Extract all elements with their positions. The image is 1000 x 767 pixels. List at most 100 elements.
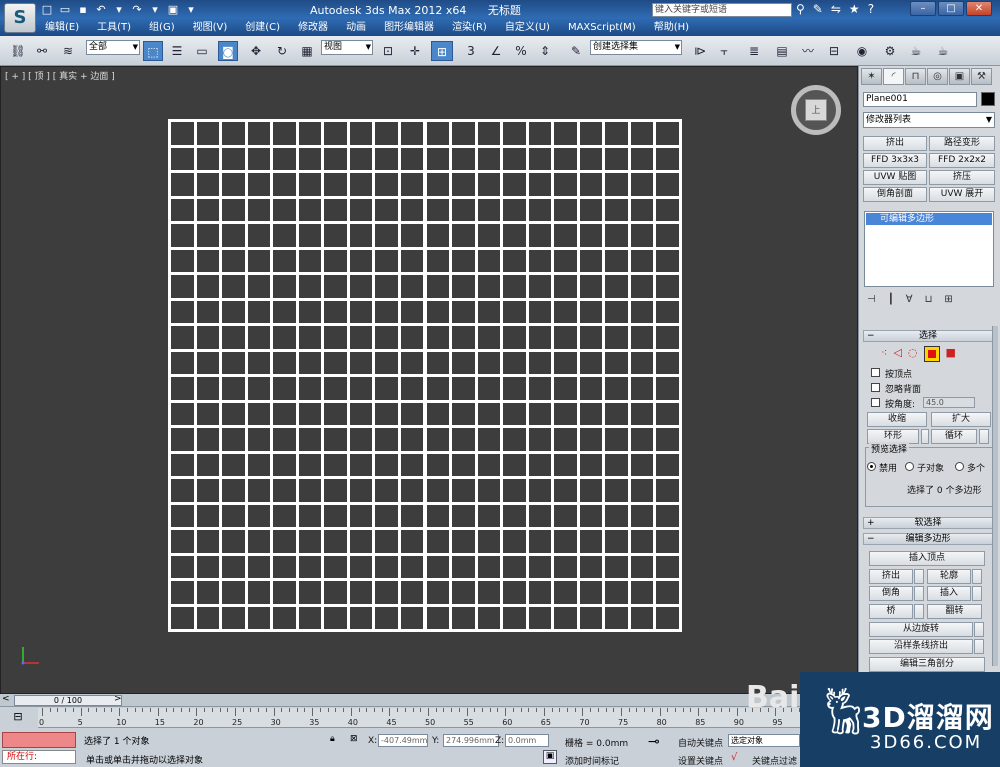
help-icon[interactable]: ? (868, 2, 874, 16)
polygon-face[interactable] (605, 402, 628, 425)
polygon-face[interactable] (222, 555, 245, 578)
time-slider[interactable]: 0 / 100 (14, 695, 122, 706)
polygon-face[interactable] (196, 581, 220, 604)
polygon-face[interactable] (349, 224, 373, 247)
polygon-face[interactable] (349, 428, 373, 451)
polygon-face[interactable] (477, 275, 501, 298)
polygon-face[interactable] (324, 326, 347, 349)
polygon-face[interactable] (375, 453, 398, 476)
polygon-face[interactable] (298, 402, 322, 425)
polygon-face[interactable] (171, 300, 194, 323)
by-vertex-checkbox[interactable] (871, 368, 880, 377)
polygon-face[interactable] (452, 479, 475, 502)
polygon-face[interactable] (503, 224, 526, 247)
modifier-list-dropdown[interactable]: 修改器列表 (863, 112, 995, 128)
modifier-button-extrude[interactable]: 挤出 (863, 136, 927, 151)
polygon-face[interactable] (349, 122, 373, 145)
polygon-face[interactable] (375, 122, 398, 145)
preview-subobject-radio[interactable] (905, 462, 914, 471)
polygon-face[interactable] (656, 351, 679, 374)
polygon-face[interactable] (656, 224, 679, 247)
polygon-face[interactable] (426, 224, 450, 247)
polygon-face[interactable] (298, 249, 322, 272)
polygon-face[interactable] (503, 198, 526, 221)
extrude-settings-button[interactable] (914, 569, 924, 584)
polygon-face[interactable] (554, 428, 577, 451)
modifier-button-squeeze[interactable]: 挤压 (929, 170, 995, 185)
polygon-face[interactable] (630, 122, 654, 145)
close-button[interactable]: ✕ (966, 1, 992, 16)
polygon-face[interactable] (528, 428, 552, 451)
polygon-face[interactable] (528, 224, 552, 247)
graphite-toolbar-icon[interactable]: ▤ (772, 41, 792, 61)
mirror-icon[interactable]: ⧐ (690, 41, 710, 61)
polygon-face[interactable] (273, 377, 296, 400)
polygon-face[interactable] (222, 147, 245, 170)
polygon-face[interactable] (400, 377, 424, 400)
mini-curve-editor-icon[interactable]: ⊟ (4, 710, 32, 726)
polygon-face[interactable] (375, 479, 398, 502)
polygon-face[interactable] (196, 402, 220, 425)
polygon-face[interactable] (605, 453, 628, 476)
polygon-face[interactable] (222, 122, 245, 145)
polygon-face[interactable] (656, 122, 679, 145)
polygon-face[interactable] (324, 555, 347, 578)
polygon-face[interactable] (503, 147, 526, 170)
save-icon[interactable]: ▪ (76, 3, 90, 16)
polygon-face[interactable] (298, 275, 322, 298)
polygon-face[interactable] (630, 300, 654, 323)
polygon-face[interactable] (528, 249, 552, 272)
polygon-face[interactable] (298, 453, 322, 476)
polygon-face[interactable] (452, 326, 475, 349)
polygon-face[interactable] (554, 555, 577, 578)
angle-snap-icon[interactable]: ∠ (486, 41, 506, 61)
polygon-face[interactable] (196, 275, 220, 298)
polygon-face[interactable] (324, 377, 347, 400)
polygon-face[interactable] (503, 275, 526, 298)
polygon-face[interactable] (605, 122, 628, 145)
polygon-face[interactable] (375, 606, 398, 629)
polygon-face[interactable] (247, 351, 271, 374)
time-tag-icon[interactable]: ▣ (543, 750, 557, 764)
outline-button[interactable]: 轮廓 (927, 569, 971, 584)
polygon-face[interactable] (554, 504, 577, 527)
polygon-face[interactable] (273, 173, 296, 196)
polygon-face[interactable] (528, 351, 552, 374)
key-filters-button[interactable]: 关键点过滤 (752, 754, 797, 767)
polygon-face[interactable] (477, 326, 501, 349)
open-file-icon[interactable]: ▭ (58, 3, 72, 16)
polygon-face[interactable] (630, 606, 654, 629)
polygon-face[interactable] (503, 402, 526, 425)
command-panel-scrollbar[interactable] (992, 326, 998, 666)
polygon-face[interactable] (349, 377, 373, 400)
polygon-face[interactable] (247, 224, 271, 247)
polygon-face[interactable] (222, 377, 245, 400)
project-folder-icon[interactable]: ▣ (166, 3, 180, 16)
rectangle-selection-icon[interactable]: ▭ (192, 41, 212, 61)
polygon-face[interactable] (400, 504, 424, 527)
polygon-face[interactable] (452, 198, 475, 221)
spinner-snap-icon[interactable]: ⇕ (535, 41, 555, 61)
polygon-face[interactable] (452, 530, 475, 553)
polygon-face[interactable] (477, 147, 501, 170)
polygon-face[interactable] (375, 530, 398, 553)
polygon-face[interactable] (605, 275, 628, 298)
polygon-face[interactable] (273, 606, 296, 629)
loop-button[interactable]: 循环 (931, 429, 977, 444)
polygon-face[interactable] (477, 428, 501, 451)
angle-spinner[interactable]: 45.0 (923, 397, 975, 408)
polygon-face[interactable] (630, 428, 654, 451)
polygon-face[interactable] (324, 453, 347, 476)
polygon-face[interactable] (400, 530, 424, 553)
polygon-face[interactable] (426, 504, 450, 527)
polygon-face[interactable] (452, 351, 475, 374)
polygon-face[interactable] (222, 402, 245, 425)
polygon-face[interactable] (196, 453, 220, 476)
polygon-face[interactable] (171, 555, 194, 578)
viewcube-face-top[interactable]: 上 (805, 99, 827, 121)
polygon-face[interactable] (400, 479, 424, 502)
polygon-face[interactable] (477, 530, 501, 553)
polygon-face[interactable] (375, 326, 398, 349)
polygon-face[interactable] (375, 504, 398, 527)
polygon-face[interactable] (349, 402, 373, 425)
